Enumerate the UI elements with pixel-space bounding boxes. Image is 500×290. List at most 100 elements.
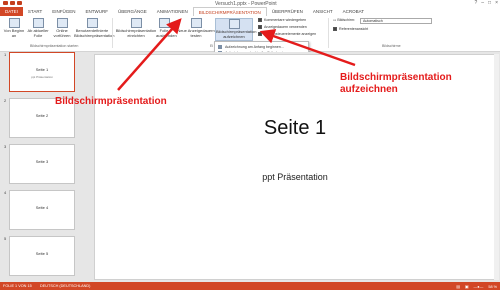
thumbnail-title: Seite 4	[35, 205, 49, 210]
slide-title[interactable]: Seite 1	[95, 117, 495, 140]
use-timings-checkbox[interactable]: Anzeigedauern verwenden	[258, 25, 307, 29]
monitor-icon: ▭	[333, 18, 337, 22]
tab-start[interactable]: START	[23, 7, 47, 16]
annotation-slideshow: Bildschirmpräsentation	[55, 96, 167, 107]
setup-slideshow-icon	[130, 18, 142, 28]
from-current-slide-label: Ab aktueller Folie	[27, 28, 49, 38]
tab-insert[interactable]: EINFÜGEN	[47, 7, 80, 16]
record-slideshow-icon	[228, 19, 240, 29]
play-narrations-checkbox[interactable]: Kommentare wiedergeben	[258, 18, 306, 22]
play-from-current-icon	[32, 18, 44, 28]
slide-thumbnail-preview: Seite 1 ppt Präsentation	[9, 52, 75, 92]
ribbon-tabs: DATEI START EINFÜGEN ENTWURF ÜBERGÄNGE A…	[0, 7, 500, 16]
tab-view[interactable]: ANSICHT	[308, 7, 338, 16]
group-start-label: Bildschirmpräsentation starten	[30, 44, 79, 48]
presenter-view-checkbox[interactable]: Referentenansicht	[333, 27, 368, 31]
vertical-scrollbar[interactable]	[494, 54, 499, 280]
play-narrations-label: Kommentare wiedergeben	[264, 18, 307, 22]
slide-thumbnail-preview: Seite 5	[9, 236, 75, 276]
record-slideshow-button[interactable]: Bildschirmpräsentation aufzeichnen	[215, 18, 257, 41]
tab-review[interactable]: ÜBERPRÜFEN	[267, 7, 308, 16]
monitor-row: ▭ Bildschirm: Automatisch	[333, 18, 432, 24]
slide-thumbnail[interactable]: 3 Seite 3	[3, 144, 85, 189]
window-controls: ? – □ ×	[474, 0, 498, 6]
normal-view-icon[interactable]: ▣	[465, 284, 469, 289]
tab-animations[interactable]: ANIMATIONEN	[152, 7, 193, 16]
save-icon[interactable]	[3, 1, 8, 5]
stopwatch-icon	[190, 18, 202, 28]
slide-number: 2	[4, 98, 7, 103]
quick-access-toolbar	[3, 1, 22, 5]
setup-slideshow-button[interactable]: Bildschirmpräsentation einrichten	[114, 18, 158, 38]
play-from-start-icon	[8, 18, 20, 28]
checkbox-checked-icon	[258, 32, 262, 36]
group-monitors-label: Bildschirme	[382, 44, 401, 48]
from-beginning-label: Von Beginn an	[3, 28, 25, 38]
present-online-label: Online vorführen	[53, 28, 71, 38]
status-bar: FOLIE 1 VON 15 DEUTSCH (DEUTSCHLAND) ▤ ▣…	[0, 282, 500, 290]
slide-thumbnail-preview: Seite 3	[9, 144, 75, 184]
setup-slideshow-label: Bildschirmpräsentation einrichten	[115, 28, 157, 38]
ribbon-separator	[112, 18, 113, 48]
language-indicator[interactable]: DEUTSCH (DEUTSCHLAND)	[40, 284, 90, 288]
tab-slideshow[interactable]: BILDSCHIRMPRÄSENTATION	[192, 7, 267, 16]
present-online-button[interactable]: Online vorführen	[49, 18, 75, 38]
ribbon-separator	[328, 18, 329, 48]
checkbox-checked-icon	[258, 25, 262, 29]
thumbnail-title: Seite 3	[35, 159, 49, 164]
title-bar: Versuch1.pptx - PowerPoint ? – □ ×	[0, 0, 500, 7]
checkbox-checked-icon	[333, 27, 337, 31]
tab-file[interactable]: DATEI	[0, 7, 23, 16]
slide-number: 4	[4, 190, 7, 195]
annotation-record-line2: aufzeichnen	[340, 84, 398, 95]
zoom-level[interactable]: 58 %	[488, 285, 497, 289]
slide-counter: FOLIE 1 VON 15	[3, 284, 32, 288]
undo-icon[interactable]	[10, 1, 15, 5]
slide-number: 1	[4, 52, 7, 57]
slide-subtitle[interactable]: ppt Präsentation	[95, 172, 495, 182]
record-from-start-item[interactable]: Aufzeichnung am Anfang beginnen...	[218, 45, 284, 49]
monitor-select[interactable]: Automatisch	[359, 18, 432, 24]
thumbnail-title: Seite 2	[35, 113, 49, 118]
rehearse-timings-label: Neue Anzeigedauern testen	[177, 28, 215, 38]
annotation-record-line1: Bildschirmpräsentation	[340, 72, 452, 83]
present-online-icon	[56, 18, 68, 28]
custom-slideshow-icon	[86, 18, 98, 28]
group-setup-label: Ei	[210, 44, 214, 48]
from-beginning-button[interactable]: Von Beginn an	[1, 18, 27, 38]
tab-design[interactable]: ENTWURF	[81, 7, 114, 16]
slide-thumbnail[interactable]: 5 Seite 5	[3, 236, 85, 281]
record-from-start-label: Aufzeichnung am Anfang beginnen...	[225, 45, 284, 49]
rehearse-timings-button[interactable]: Neue Anzeigedauern testen	[176, 18, 216, 38]
record-slideshow-label: Bildschirmpräsentation aufzeichnen	[216, 29, 257, 39]
slide-thumbnail-preview: Seite 4	[9, 190, 75, 230]
use-timings-label: Anzeigedauern verwenden	[264, 25, 307, 29]
checkbox-checked-icon	[258, 18, 262, 22]
hide-slide-label: Folie ausblenden	[156, 28, 177, 38]
notes-icon[interactable]: ▤	[456, 284, 460, 289]
close-icon[interactable]: ×	[495, 0, 498, 6]
slide-editing-area: Seite 1 ppt Präsentation	[88, 52, 500, 282]
slide-number: 3	[4, 144, 7, 149]
minimize-icon[interactable]: –	[481, 0, 484, 6]
thumbnail-subtitle: ppt Präsentation	[31, 75, 53, 79]
tab-acrobat[interactable]: ACROBAT	[338, 7, 369, 16]
maximize-icon[interactable]: □	[488, 0, 491, 6]
zoom-slider[interactable]: —●—	[473, 285, 483, 289]
slide-number: 5	[4, 236, 7, 241]
show-media-controls-label: Mediensteuerelemente anzeigen	[264, 32, 317, 36]
hide-slide-icon	[158, 18, 170, 28]
help-icon[interactable]: ?	[474, 0, 477, 6]
slide-thumbnail[interactable]: 1 Seite 1 ppt Präsentation	[3, 52, 85, 97]
show-media-controls-checkbox[interactable]: Mediensteuerelemente anzeigen	[258, 32, 316, 36]
custom-slideshow-label: Benutzerdefinierte Bildschirmpräsentatio…	[74, 28, 115, 38]
redo-icon[interactable]	[17, 1, 22, 5]
thumbnail-title: Seite 1	[35, 67, 49, 72]
slide-thumbnail[interactable]: 4 Seite 4	[3, 190, 85, 235]
from-current-slide-button[interactable]: Ab aktueller Folie	[25, 18, 51, 38]
hide-slide-button[interactable]: Folie ausblenden	[156, 18, 177, 38]
thumbnail-title: Seite 5	[35, 251, 49, 256]
current-slide[interactable]: Seite 1 ppt Präsentation	[94, 54, 496, 280]
custom-slideshow-button[interactable]: Benutzerdefinierte Bildschirmpräsentatio…	[74, 18, 114, 38]
tab-transitions[interactable]: ÜBERGÄNGE	[113, 7, 152, 16]
